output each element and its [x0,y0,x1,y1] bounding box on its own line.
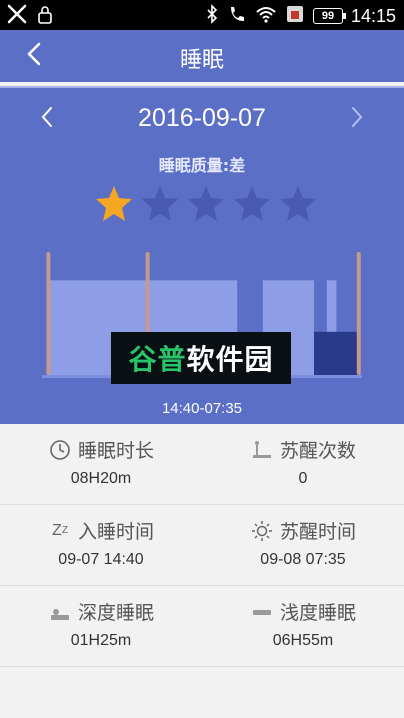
star-empty-icon [234,186,270,221]
wake-count-stat: 苏醒次数 0 [202,424,404,504]
star-empty-icon [188,186,224,221]
light-sleep-value: 06H55m [272,632,334,649]
app-header: 睡眠 [0,30,404,82]
battery-icon: 99 [312,8,346,24]
wake-bed-icon [250,438,274,462]
status-time: 14:15 [350,6,396,26]
status-bar-right: 99 14:15 [205,3,396,29]
chart-marker [46,252,51,375]
deep-sleep-icon [48,600,72,624]
zz-icon-letter-small: Z [61,525,68,536]
star-empty-icon [142,186,178,221]
sleep-time-value: 09-07 14:40 [58,551,144,568]
zz-icon: ZZ [48,519,72,543]
status-bar: 99 14:15 [0,0,404,30]
sun-icon [250,519,274,543]
wake-count-value: 0 [298,470,308,487]
date-navigator: 2016-09-07 [0,88,404,152]
light-sleep-label: 浅度睡眠 [279,602,356,624]
stats-divider [0,666,404,667]
sleep-time-label: 入睡时间 [77,521,154,543]
watermark-green-text: 谷普 [128,343,187,376]
wake-time-label: 苏醒时间 [279,521,356,543]
sleep-duration-stat: 睡眠时长 08H20m [0,424,202,504]
quality-rating [94,184,318,224]
watermark: 谷普 软件园 [111,332,291,384]
chevron-right-icon [350,105,364,133]
wake-time-stat: 苏醒时间 09-08 07:35 [202,505,404,585]
wifi-icon [255,3,277,29]
sleep-summary-panel: 2016-09-07 睡眠质量:差 谷普 软件园 14:40-07:35 [0,88,404,424]
deep-sleep-label: 深度睡眠 [77,602,154,624]
notification-icon [285,3,305,29]
wake-count-label: 苏醒次数 [279,440,356,462]
sleep-stats: 睡眠时长 08H20m 苏醒次数 0 ZZ 入睡时间 09-07 14:40 苏… [0,424,404,718]
light-sleep-stat: 浅度睡眠 06H55m [202,586,404,666]
sleep-duration-label: 睡眠时长 [77,440,154,462]
deep-sleep-value: 01H25m [70,632,132,649]
deep-sleep-stat: 深度睡眠 01H25m [0,586,202,666]
app-icon [6,3,28,29]
sleep-duration-value: 08H20m [70,470,132,487]
chart-marker [356,252,361,375]
lock-icon [36,3,54,29]
sleep-time-stat: ZZ 入睡时间 09-07 14:40 [0,505,202,585]
deep-sleep-bar [314,331,359,375]
wake-time-value: 09-08 07:35 [260,551,346,568]
sleep-quality-label: 睡眠质量:差 [158,156,246,175]
star-empty-icon [280,186,316,221]
clock-icon [48,438,72,462]
star-filled-icon [96,186,132,221]
bluetooth-icon [205,3,219,29]
zz-icon-letter: Z [52,521,62,539]
light-sleep-icon [250,600,274,624]
watermark-white-text: 软件园 [186,343,274,376]
next-date-button[interactable] [342,102,372,136]
status-bar-left [6,3,54,29]
sleep-time-range: 14:40-07:35 [161,400,243,417]
phone-icon [227,3,247,29]
page-title: 睡眠 [179,48,224,73]
